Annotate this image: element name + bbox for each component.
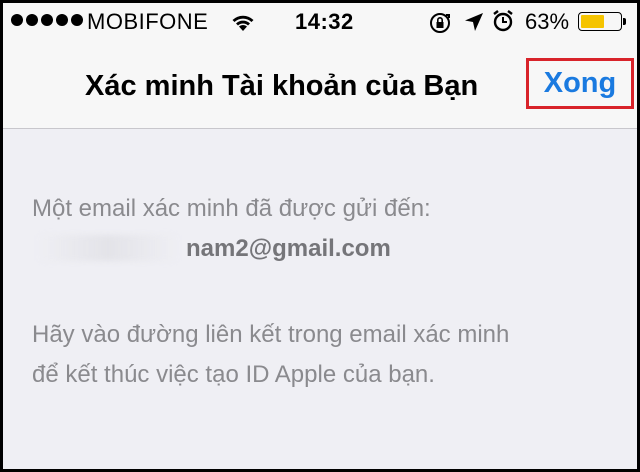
page-title: Xác minh Tài khoản của Bạn <box>85 70 479 102</box>
battery-fill <box>581 15 604 28</box>
battery-icon <box>578 12 626 31</box>
done-button[interactable]: Xong <box>526 58 634 109</box>
signal-dots-icon <box>11 14 83 26</box>
status-time: 14:32 <box>295 9 354 34</box>
rotation-lock-icon <box>428 11 452 41</box>
redacted-email-prefix <box>38 235 178 261</box>
wifi-icon <box>229 11 257 39</box>
location-arrow-icon <box>463 11 485 39</box>
battery-percent: 63% <box>525 9 570 34</box>
message-line-sent: Một email xác minh đã được gửi đến: <box>32 195 431 222</box>
email-address: nam2@gmail.com <box>186 235 391 262</box>
message-line-instruction: Hãy vào đường liên kết trong email xác m… <box>32 321 510 348</box>
carrier-name: MOBIFONE <box>87 9 209 34</box>
message-line-finish: để kết thúc việc tạo ID Apple của bạn. <box>32 361 435 388</box>
top-bar: MOBIFONE 14:32 63% Xác minh Tài khoản củ… <box>3 3 637 129</box>
screen: MOBIFONE 14:32 63% Xác minh Tài khoản củ… <box>3 3 637 469</box>
alarm-icon <box>492 9 514 39</box>
status-bar: MOBIFONE 14:32 63% <box>3 3 637 41</box>
